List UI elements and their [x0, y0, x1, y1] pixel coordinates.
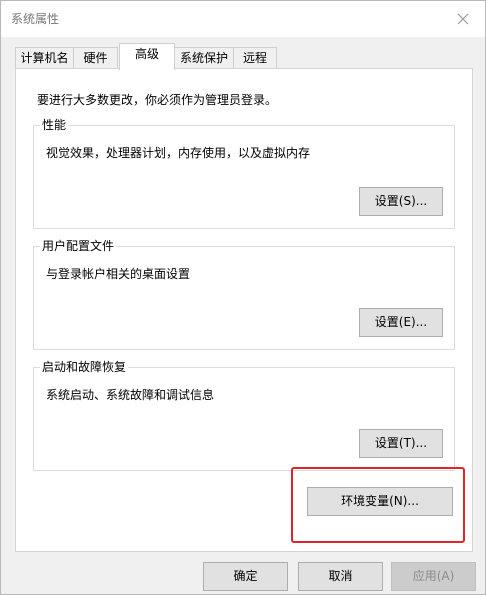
user-profiles-group: 用户配置文件 与登录帐户相关的桌面设置 设置(E)... — [33, 238, 455, 350]
close-icon — [457, 13, 469, 25]
startup-recovery-description: 系统启动、系统故障和调试信息 — [46, 388, 215, 402]
tab-hardware[interactable]: 硬件 — [73, 47, 118, 68]
tab-computer-name[interactable]: 计算机名 — [15, 47, 74, 68]
performance-label: 性能 — [40, 117, 69, 133]
admin-note: 要进行大多数更改，你必须作为管理员登录。 — [37, 93, 278, 107]
tab-label: 高级 — [134, 47, 159, 61]
startup-recovery-group: 启动和故障恢复 系统启动、系统故障和调试信息 设置(T)... — [33, 359, 455, 471]
user-profiles-settings-button[interactable]: 设置(E)... — [359, 308, 443, 337]
performance-settings-button[interactable]: 设置(S)... — [359, 187, 443, 216]
tab-label: 硬件 — [83, 51, 108, 65]
tab-advanced[interactable]: 高级 — [119, 43, 175, 70]
tab-remote[interactable]: 远程 — [233, 47, 277, 68]
system-properties-dialog: 系统属性 计算机名 硬件 高级 系统保护 远程 要进行大多数更改，你必须作为管理… — [0, 0, 486, 595]
tab-label: 远程 — [242, 51, 267, 65]
user-profiles-label: 用户配置文件 — [40, 238, 117, 254]
window-title: 系统属性 — [11, 12, 60, 26]
tab-label: 计算机名 — [20, 51, 69, 65]
user-profiles-description: 与登录帐户相关的桌面设置 — [46, 267, 191, 281]
highlight-box — [291, 467, 465, 543]
ok-button[interactable]: 确定 — [203, 562, 288, 591]
startup-recovery-settings-button[interactable]: 设置(T)... — [359, 429, 443, 458]
performance-group: 性能 视觉效果，处理器计划，内存使用，以及虚拟内存 设置(S)... — [33, 117, 455, 229]
performance-description: 视觉效果，处理器计划，内存使用，以及虚拟内存 — [46, 146, 311, 160]
close-button[interactable] — [441, 1, 485, 37]
startup-recovery-label: 启动和故障恢复 — [40, 359, 129, 375]
title-bar: 系统属性 — [1, 1, 485, 37]
tab-label: 系统保护 — [179, 51, 228, 65]
cancel-button[interactable]: 取消 — [298, 562, 383, 591]
tab-system-protection[interactable]: 系统保护 — [174, 47, 234, 68]
apply-button[interactable]: 应用(A) — [391, 562, 476, 591]
